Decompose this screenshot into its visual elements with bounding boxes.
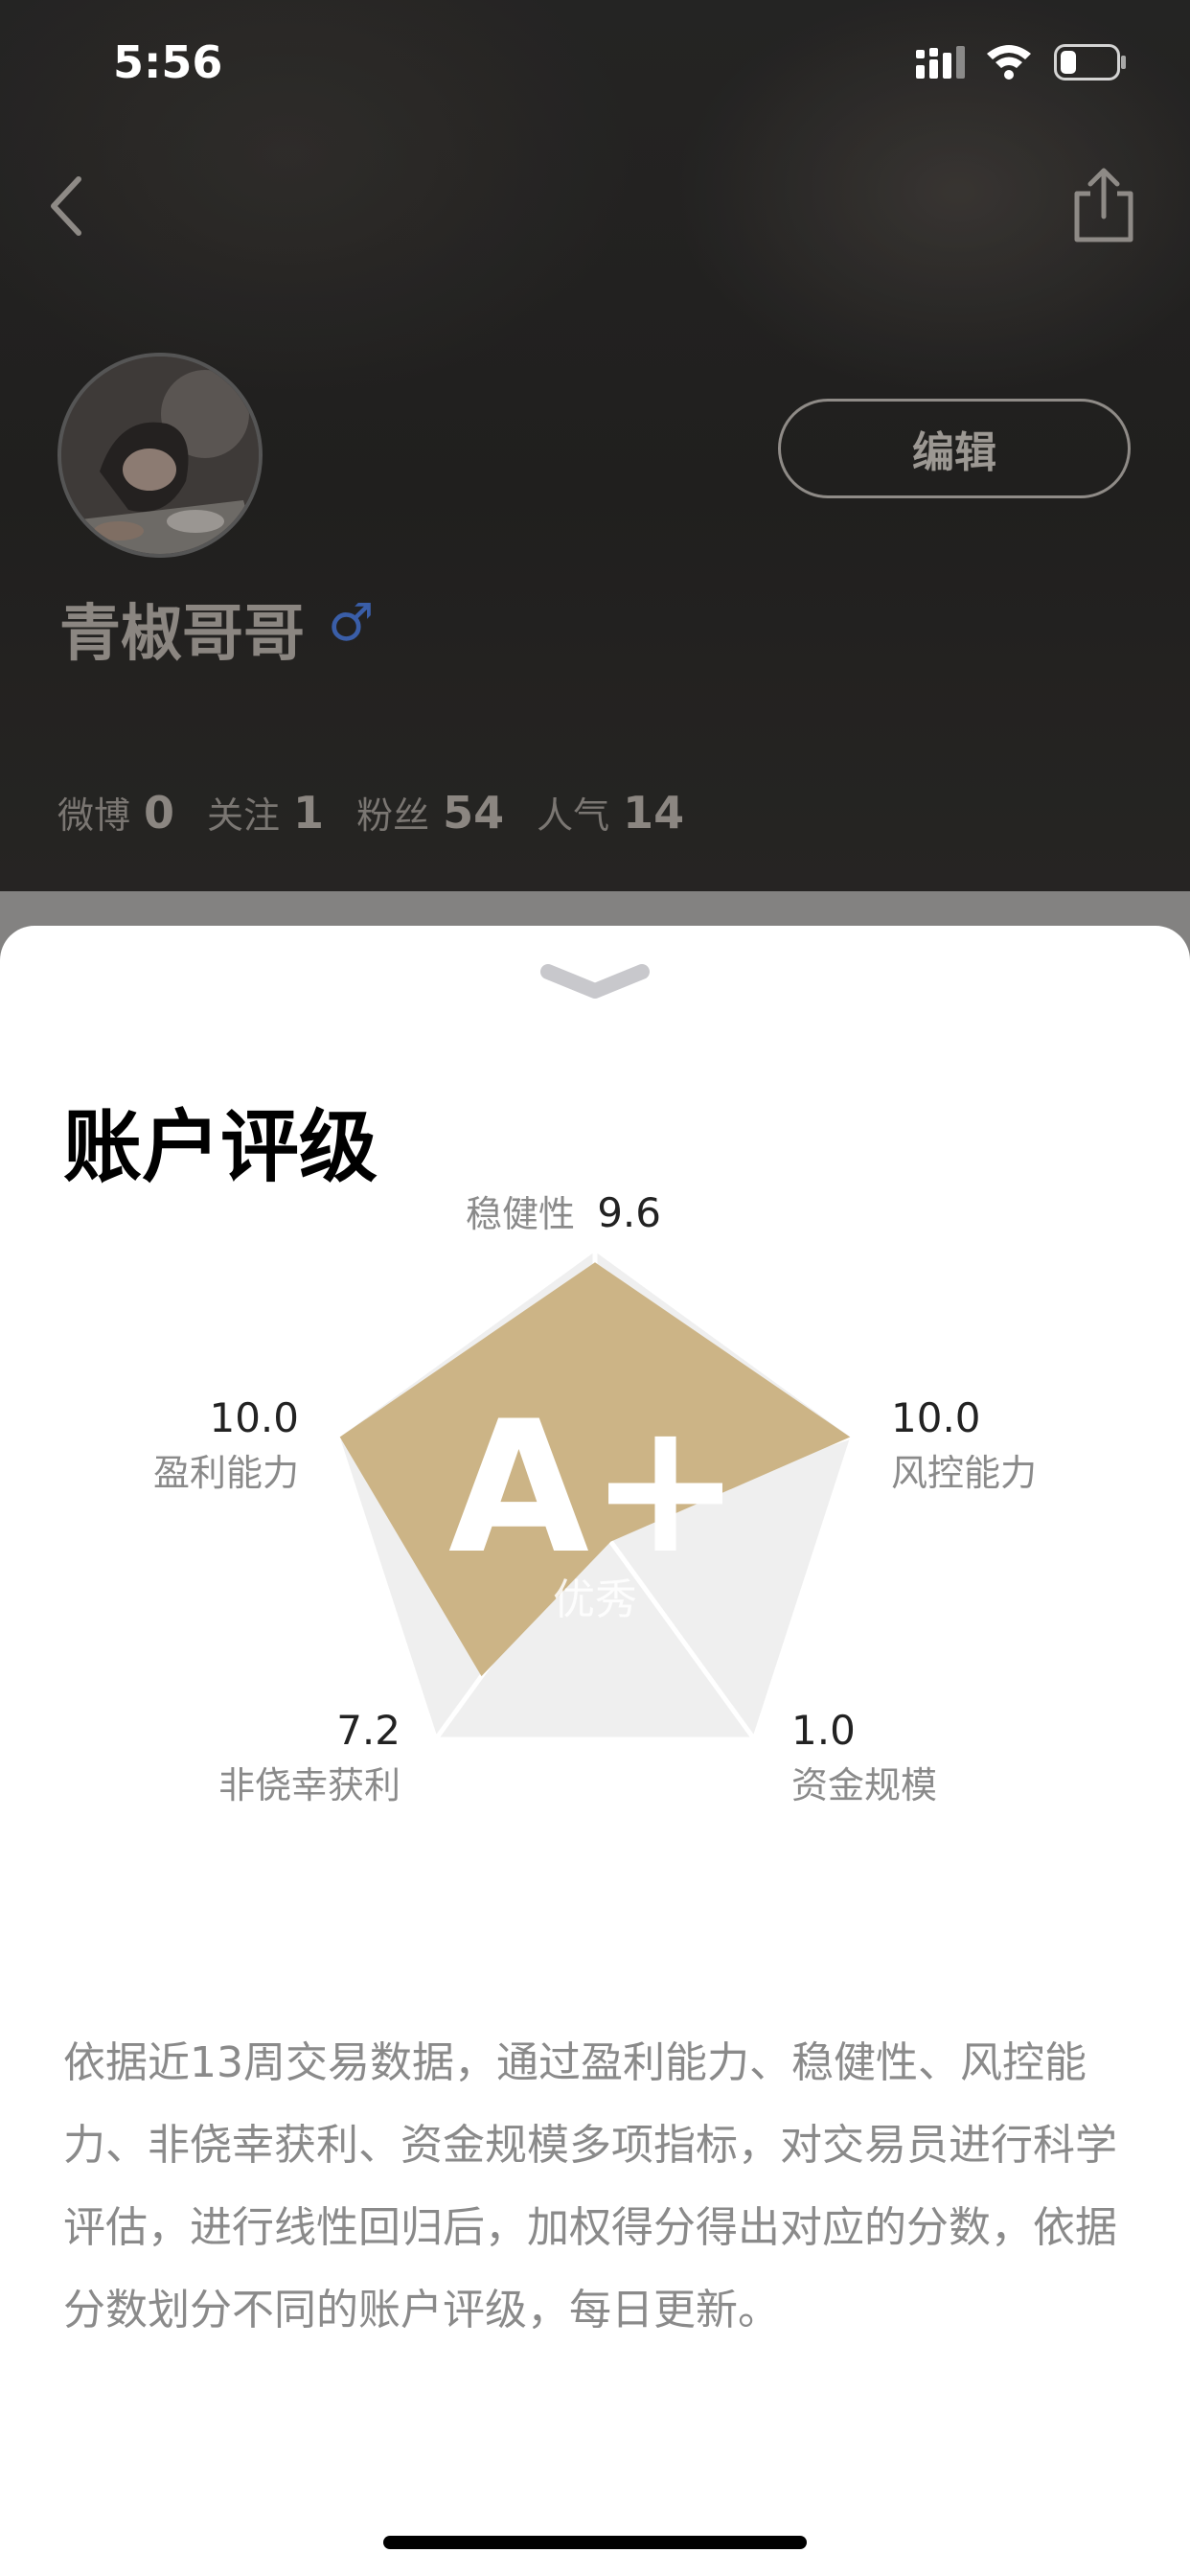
stat-label: 人气	[537, 794, 610, 837]
stat-popularity: 人气 14	[537, 786, 684, 839]
grade-label: 优秀	[553, 1576, 637, 1624]
stat-value: 54	[443, 787, 505, 839]
avatar-illustration	[61, 356, 259, 554]
status-time: 5:56	[113, 36, 223, 88]
stat-value: 14	[623, 787, 685, 839]
stat-label: 微博	[57, 794, 131, 837]
username: 青椒哥哥	[59, 599, 305, 670]
radar-value-label: 10.0	[891, 1394, 981, 1441]
radar-value-label: 1.0	[791, 1707, 856, 1754]
radar-value-label: 10.0	[209, 1394, 299, 1441]
chevron-down-icon[interactable]	[537, 960, 653, 1004]
status-bar: 5:56	[0, 0, 1190, 126]
radar-value-label: 9.6	[597, 1189, 661, 1236]
battery-icon	[1054, 44, 1126, 80]
gender-male-icon: ♂	[328, 592, 375, 653]
radar-axis-label: 资金规模	[791, 1764, 937, 1806]
stat-value: 1	[293, 787, 325, 839]
stat-followers[interactable]: 粉丝 54	[356, 786, 504, 839]
grade-text: A+	[448, 1382, 742, 1594]
radar-axis-label: 风控能力	[891, 1452, 1037, 1494]
edit-profile-button[interactable]: 编辑	[778, 399, 1131, 498]
stat-weibo[interactable]: 微博 0	[57, 786, 174, 839]
home-indicator	[383, 2536, 807, 2549]
stat-label: 粉丝	[356, 794, 430, 837]
stat-following[interactable]: 关注 1	[207, 786, 324, 839]
avatar[interactable]	[57, 353, 263, 558]
radar-axis-label: 盈利能力	[153, 1452, 299, 1494]
back-button[interactable]	[38, 168, 96, 244]
radar-value-label: 7.2	[336, 1707, 400, 1754]
stat-value: 0	[144, 787, 175, 839]
signal-icon	[916, 46, 965, 79]
rating-description: 依据近13周交易数据，通过盈利能力、稳健性、风控能力、非侥幸获利、资金规模多项指…	[63, 2038, 1117, 2334]
profile-stats: 微博 0 关注 1 粉丝 54 人气 14	[57, 786, 717, 839]
share-button[interactable]	[1069, 165, 1138, 245]
radar-axis-label: 稳健性	[466, 1193, 575, 1235]
stat-label: 关注	[207, 794, 281, 837]
radar-axis-label: 非侥幸获利	[218, 1764, 400, 1806]
radar-chart: A+ 优秀 9.6 稳健性 10.0 风控能力 1.0 资金规模 7.2 非侥幸获利 10.0 盈…	[153, 1189, 1037, 1806]
wifi-icon	[987, 45, 1031, 80]
